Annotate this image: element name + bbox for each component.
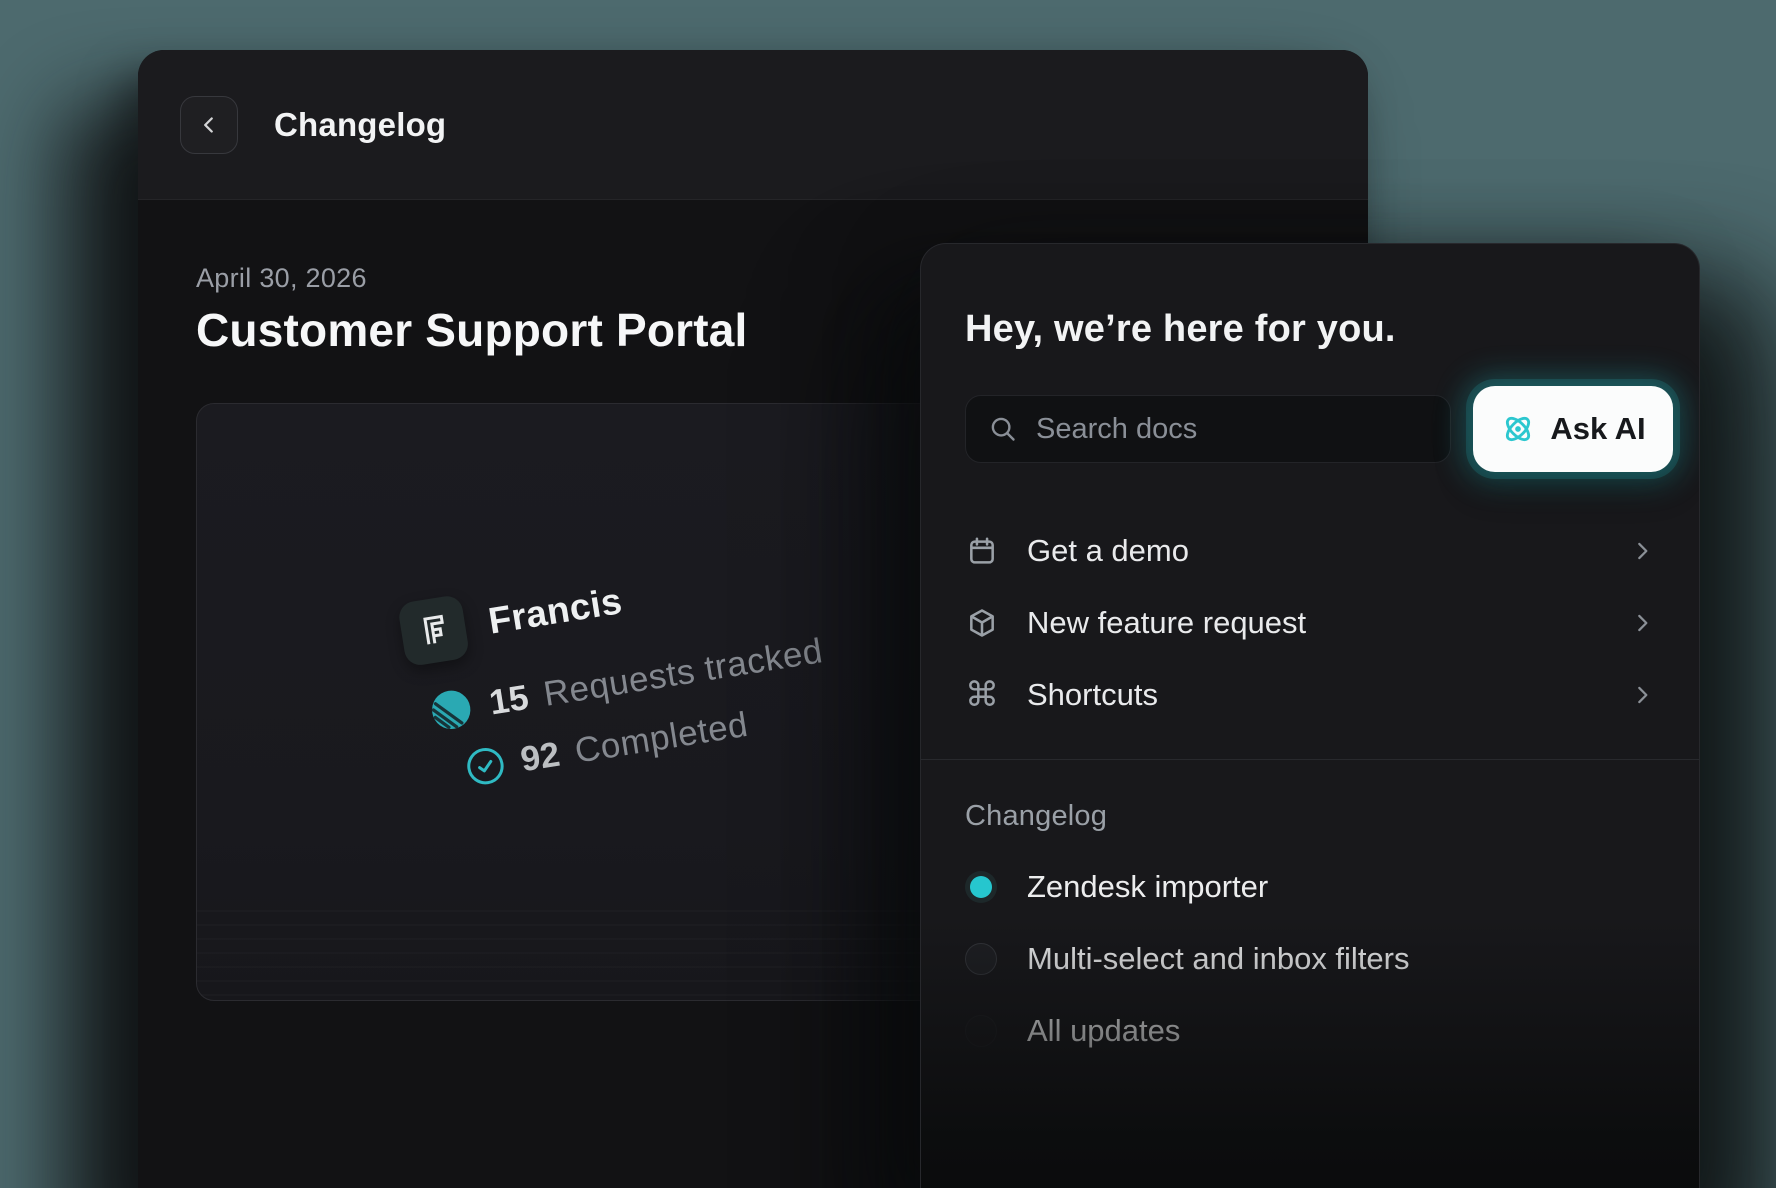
changelog-item-label: All updates <box>1027 1013 1180 1049</box>
search-input[interactable] <box>1034 412 1428 447</box>
stat-value: 15 <box>487 678 532 724</box>
post-date: April 30, 2026 <box>196 263 367 294</box>
feature-image-card: Francis <box>196 403 958 1001</box>
ask-ai-button[interactable]: Ask AI <box>1473 386 1673 472</box>
page-background: Changelog April 30, 2026 Customer Suppor… <box>0 0 1776 1188</box>
brand-name: Francis <box>486 580 625 643</box>
panel-heading: Hey, we’re here for you. <box>965 308 1655 351</box>
menu-label: Get a demo <box>1027 533 1189 569</box>
radio-unselected-icon <box>965 943 997 975</box>
search-row: Ask AI <box>965 385 1655 473</box>
changelog-entries: Zendesk importer Multi-select and inbox … <box>965 851 1655 1067</box>
changelog-item-label: Multi-select and inbox filters <box>1027 941 1410 977</box>
chevron-left-icon <box>196 112 222 138</box>
menu-item-new-feature-request[interactable]: New feature request <box>965 587 1655 659</box>
page-title: Changelog <box>274 106 446 144</box>
check-circle-icon <box>463 743 509 789</box>
changelog-item-zendesk-importer[interactable]: Zendesk importer <box>965 851 1655 923</box>
quick-links-menu: Get a demo New feature request ⌘ Shortcu… <box>965 515 1655 731</box>
divider <box>921 759 1699 760</box>
changelog-item-all-updates[interactable]: All updates <box>965 995 1655 1067</box>
stat-value: 92 <box>518 735 563 781</box>
post-title: Customer Support Portal <box>196 303 748 357</box>
chevron-right-icon <box>1629 682 1655 708</box>
linear-logo-icon <box>425 684 478 737</box>
cube-icon <box>965 606 999 640</box>
chevron-right-icon <box>1629 538 1655 564</box>
calendar-icon <box>965 534 999 568</box>
changelog-item-multi-select-and-inbox-filters[interactable]: Multi-select and inbox filters <box>965 923 1655 995</box>
chevron-right-icon <box>1629 610 1655 636</box>
command-icon: ⌘ <box>965 678 999 712</box>
menu-label: New feature request <box>1027 605 1306 641</box>
francis-logo-icon <box>397 594 470 667</box>
tilted-illustration: Francis <box>397 507 958 796</box>
ask-ai-label: Ask AI <box>1550 411 1645 447</box>
radio-unselected-icon <box>965 1015 997 1047</box>
menu-item-get-a-demo[interactable]: Get a demo <box>965 515 1655 587</box>
ai-atom-icon <box>1500 411 1536 447</box>
radio-selected-icon <box>965 871 997 903</box>
back-button[interactable] <box>180 96 238 154</box>
search-icon <box>988 414 1018 444</box>
changelog-section-label: Changelog <box>965 800 1655 833</box>
menu-item-shortcuts[interactable]: ⌘ Shortcuts <box>965 659 1655 731</box>
window-header: Changelog <box>138 50 1368 200</box>
changelog-item-label: Zendesk importer <box>1027 869 1268 905</box>
stat-label: Completed <box>572 705 751 772</box>
search-box[interactable] <box>965 395 1451 463</box>
menu-label: Shortcuts <box>1027 677 1158 713</box>
help-panel: Hey, we’re here for you. Ask AI <box>920 243 1700 1188</box>
